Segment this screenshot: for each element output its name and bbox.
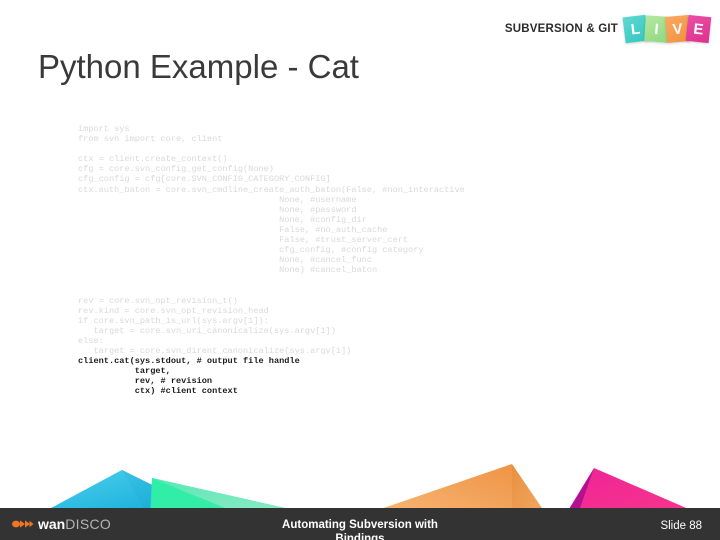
code-line: None, #password — [78, 204, 357, 215]
live-tile-e: E — [685, 14, 712, 44]
code-line: cfg = core.svn_config_get_config(None) — [78, 164, 274, 175]
code-line: rev, # revision — [78, 376, 213, 387]
decorative-mountains — [40, 464, 700, 514]
code-line: if core.svn_path_is_url(sys.argv[1]): — [78, 315, 269, 326]
code-line: target = core.svn_dirent_canonicalize(sy… — [78, 346, 352, 357]
page-title: Python Example - Cat — [38, 48, 359, 85]
code-line: cfg_config, #config category — [78, 245, 424, 256]
footer-center-line2: Bindings — [335, 533, 385, 540]
code-line: target, — [78, 366, 171, 377]
code-line: None, #config_dir — [78, 214, 367, 225]
code-line: False, #trust_server_cert — [78, 235, 409, 246]
code-line: else: — [78, 335, 104, 346]
code-line: rev = core.svn_opt_revision_t() — [78, 295, 238, 306]
code-line: None, #cancel_func — [78, 255, 372, 266]
brand-header: SUBVERSION & GIT L I V E — [504, 12, 712, 46]
footer-center-text: Automating Subversion with Bindings — [0, 518, 720, 540]
code-line: None, #username — [78, 194, 357, 205]
code-line: False, #no_auth_cache — [78, 224, 388, 235]
footer-center-line1: Automating Subversion with — [282, 519, 438, 531]
slide: SUBVERSION & GIT L I V E Python Example … — [0, 0, 720, 540]
footer-bar: wanDISCO Automating Subversion with Bind… — [0, 508, 720, 540]
code-line: client.cat(sys.stdout, # output file han… — [78, 356, 300, 367]
shape-orange-right — [512, 464, 546, 514]
live-logo: L I V E — [622, 12, 712, 46]
code-block: import sys from svn import core, client c… — [78, 124, 465, 397]
code-line: target = core.svn_uri_canonicalize(sys.a… — [78, 325, 336, 336]
code-line: rev.kind = core.svn_opt_revision_head — [78, 305, 269, 316]
brand-text: SUBVERSION & GIT — [504, 23, 618, 35]
code-line: import sys — [78, 124, 130, 134]
shape-orange-left — [366, 464, 512, 514]
code-line: from svn import core, client — [78, 134, 223, 145]
code-line: ctx) #client context — [78, 386, 238, 397]
code-line: ctx.auth_baton = core.svn_cmdline_create… — [78, 184, 465, 195]
code-line: ctx = client.create_context() — [78, 154, 228, 165]
code-line: cfg_config = cfg[core.SVN_CONFIG_CATEGOR… — [78, 174, 331, 185]
slide-number: Slide 88 — [660, 520, 702, 532]
code-line: None) #cancel_baton — [78, 265, 378, 276]
